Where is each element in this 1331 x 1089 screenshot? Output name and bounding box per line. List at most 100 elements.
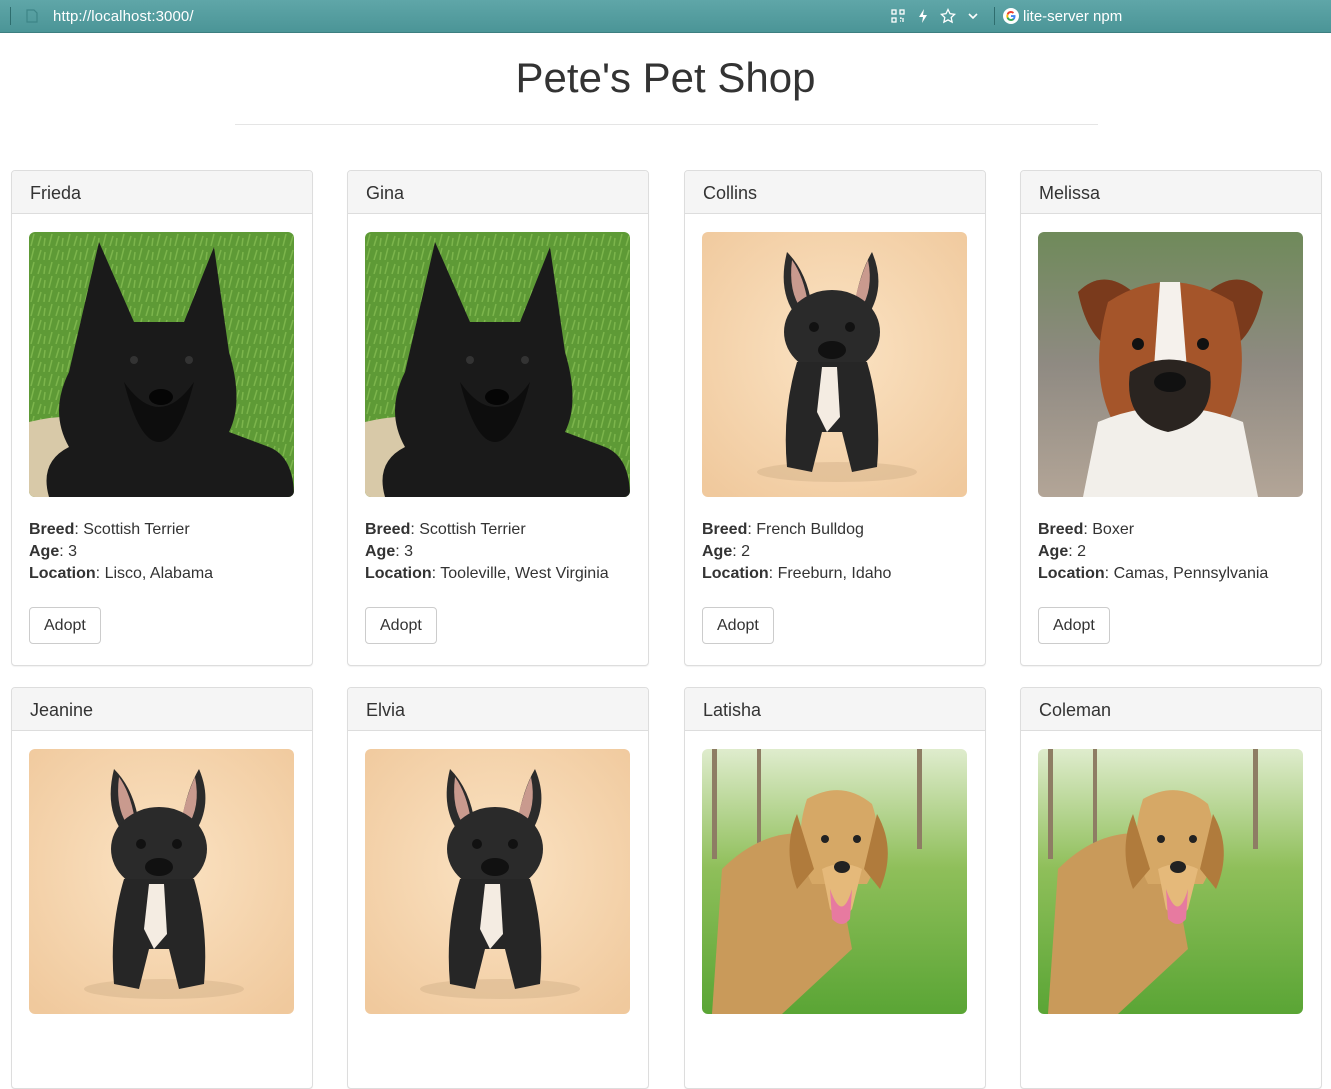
pet-breed: Boxer [1092,521,1135,538]
pet-name: Frieda [12,171,312,214]
toolbar-divider [10,7,11,25]
pet-photo [702,749,967,1014]
label-separator: : [395,543,405,560]
pet-age: 2 [1077,543,1087,560]
pet-card-body: Breed: Scottish Terrier Age: 3 Location: L… [12,214,312,662]
pet-name: Collins [685,171,985,214]
pet-location-label: Location [29,565,96,582]
pet-breed-label: Breed [365,521,411,538]
chevron-down-icon[interactable] [965,8,981,24]
adopt-button[interactable]: Adopt [1038,607,1110,644]
pet-location: Freeburn, Idaho [777,565,892,582]
pet-breed-line: Breed: Scottish Terrier [365,519,631,541]
pet-breed-label: Breed [1038,521,1084,538]
label-separator: : [768,565,778,582]
label-separator: : [1068,543,1078,560]
adopt-button[interactable]: Adopt [702,607,774,644]
pet-age: 2 [741,543,751,560]
pet-location: Tooleville, West Virginia [440,565,609,582]
label-separator: : [1083,521,1093,538]
pet-photo [365,232,630,497]
pet-breed-line: Breed: French Bulldog [702,519,968,541]
pet-location-line: Location: Freeburn, Idaho [702,563,968,585]
pet-breed-label: Breed [29,521,75,538]
pet-breed-line: Breed: Scottish Terrier [29,519,295,541]
label-separator: : [747,521,757,538]
pet-breed-line: Breed: Boxer [1038,519,1304,541]
label-separator: : [59,543,69,560]
pet-photo [365,749,630,1014]
pet-location-line: Location: Camas, Pennsylvania [1038,563,1304,585]
pet-location: Camas, Pennsylvania [1113,565,1269,582]
pet-card-body: Breed: Scottish Terrier Age: 3 Location: T… [348,214,648,662]
pet-breed: French Bulldog [756,521,864,538]
pet-card: Collins Breed: French Bulldog Age: 2 Locati… [684,170,986,666]
pet-card-body: Breed: French Bulldog Age: 2 Location: Fre… [685,214,985,662]
pet-location-line: Location: Lisco, Alabama [29,563,295,585]
pet-breed: Scottish Terrier [419,521,526,538]
pet-card-body [685,731,985,1032]
pet-breed-label: Breed [702,521,748,538]
pet-age-label: Age [29,543,60,560]
label-separator: : [431,565,441,582]
star-icon[interactable] [940,8,956,24]
pet-photo [29,232,294,497]
pet-card: Gina Breed: Scottish Terrier Age: 3 Locatio… [347,170,649,666]
label-separator: : [95,565,105,582]
pet-card-body [1021,731,1321,1032]
pet-photo [1038,232,1303,497]
pet-info: Breed: Boxer Age: 2 Location: Camas, Penns… [1038,519,1304,585]
url-field[interactable]: http://localhost:3000/ [53,8,194,25]
pet-name: Melissa [1021,171,1321,214]
lightning-icon[interactable] [915,8,931,24]
pet-breed: Scottish Terrier [83,521,190,538]
google-icon [1003,8,1019,24]
pet-card-body: Breed: Boxer Age: 2 Location: Camas, Penns… [1021,214,1321,662]
pet-card: Jeanine [11,687,313,1089]
label-separator: : [1104,565,1114,582]
pet-photo [1038,749,1303,1014]
adopt-button[interactable]: Adopt [29,607,101,644]
label-separator: : [74,521,84,538]
page-title: Pete's Pet Shop [515,54,816,101]
pet-card: Latisha [684,687,986,1089]
pet-card: Melissa Breed: Boxer Age: 2 Location: Camas… [1020,170,1322,666]
pet-location: Lisco, Alabama [104,565,214,582]
pet-info: Breed: French Bulldog Age: 2 Location: Fre… [702,519,968,585]
pet-name: Jeanine [12,688,312,731]
pet-age: 3 [68,543,78,560]
pet-location-label: Location [1038,565,1105,582]
pet-age: 3 [404,543,414,560]
pet-location-label: Location [702,565,769,582]
qr-code-icon[interactable] [890,8,906,24]
pet-photo [702,232,967,497]
pet-age-label: Age [365,543,396,560]
label-separator: : [410,521,420,538]
pet-card: Coleman [1020,687,1322,1089]
search-engine-box[interactable]: lite-server npm [1003,8,1122,25]
pet-location-line: Location: Tooleville, West Virginia [365,563,631,585]
title-divider [235,124,1098,125]
adopt-button[interactable]: Adopt [365,607,437,644]
pet-name: Coleman [1021,688,1321,731]
pet-photo [29,749,294,1014]
pet-card-body [12,731,312,1032]
pet-age-label: Age [1038,543,1069,560]
search-engine-label: lite-server npm [1023,7,1123,25]
pet-location-label: Location [365,565,432,582]
pet-age-line: Age: 2 [1038,541,1304,563]
pet-card-body [348,731,648,1032]
pet-age-line: Age: 2 [702,541,968,563]
pet-age-line: Age: 3 [29,541,295,563]
toolbar-divider [994,7,995,25]
browser-address-bar: http://localhost:3000/ lite-server npm [0,0,1331,33]
pet-name: Elvia [348,688,648,731]
pet-card: Elvia [347,687,649,1089]
pet-name: Gina [348,171,648,214]
pet-info: Breed: Scottish Terrier Age: 3 Location: T… [365,519,631,585]
pet-age-line: Age: 3 [365,541,631,563]
page-icon [25,9,39,23]
label-separator: : [732,543,742,560]
pet-card: Frieda Breed: Scottish Terrier Age: 3 Locat… [11,170,313,666]
pet-age-label: Age [702,543,733,560]
